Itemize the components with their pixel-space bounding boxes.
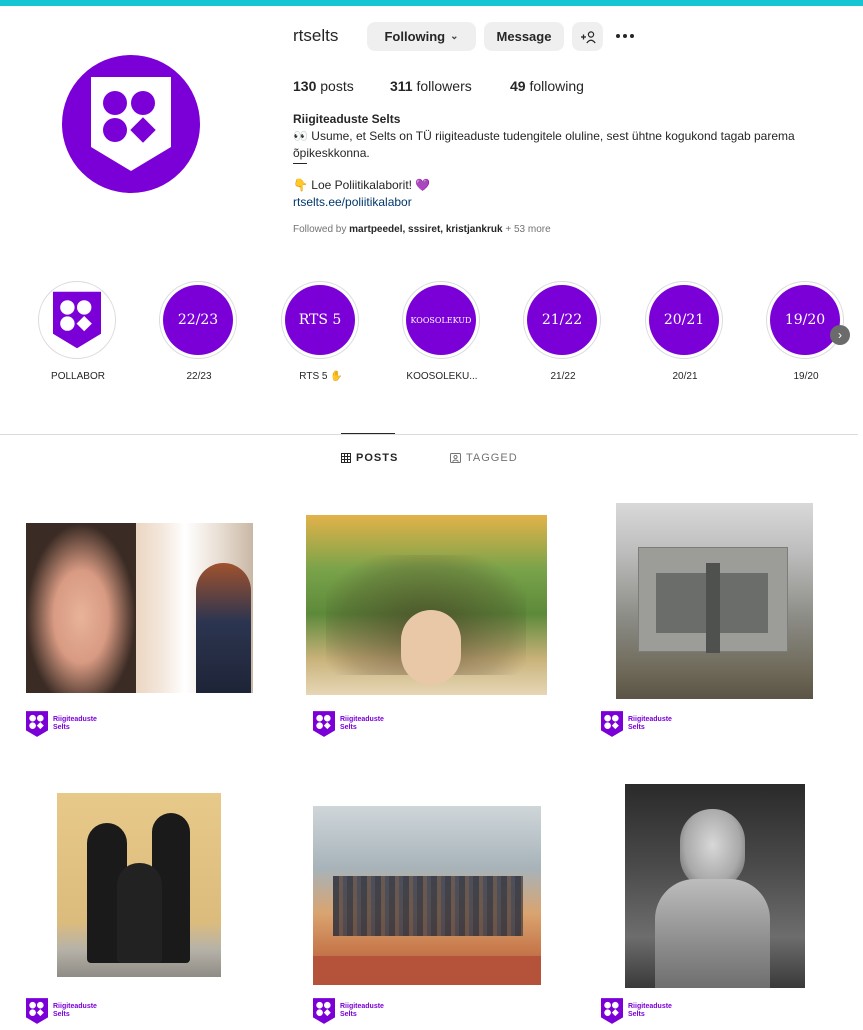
bio-divider bbox=[293, 163, 307, 164]
post-brand: Riigiteaduste Selts bbox=[601, 998, 672, 1024]
add-user-icon bbox=[580, 30, 596, 43]
following-button[interactable]: Following ⌄ bbox=[367, 22, 476, 51]
following-label: Following bbox=[384, 29, 446, 44]
highlight-cover: KOOSOLEKUD bbox=[406, 285, 476, 355]
post-photo[interactable] bbox=[313, 806, 541, 985]
highlights-next-button[interactable]: › bbox=[830, 325, 850, 345]
followed-by[interactable]: Followed by martpeedel, sssiret, kristja… bbox=[293, 224, 551, 235]
message-label: Message bbox=[496, 29, 552, 44]
highlight-cover: 21/22 bbox=[527, 285, 597, 355]
bio-text: 👀 Usume, et Selts on TÜ riigiteaduste tu… bbox=[293, 129, 795, 160]
tab-tagged[interactable]: TAGGED bbox=[450, 452, 518, 464]
posts-count: 130 posts bbox=[293, 78, 354, 94]
post-brand: Riigiteaduste Selts bbox=[601, 711, 672, 737]
active-tab-indicator bbox=[341, 433, 395, 434]
post-photo[interactable] bbox=[306, 515, 547, 695]
post-brand: Riigiteaduste Selts bbox=[26, 998, 97, 1024]
highlight-koosolekud[interactable]: KOOSOLEKUD KOOSOLEKU... bbox=[402, 281, 482, 391]
highlight-label: RTS 5 ✋ bbox=[299, 371, 343, 382]
highlight-20-21[interactable]: 20/21 20/21 bbox=[645, 281, 725, 391]
bio-text-2: 👇 Loe Poliitikalaborit! 💜 bbox=[293, 178, 431, 192]
highlight-21-22[interactable]: 21/22 21/22 bbox=[523, 281, 603, 391]
selts-logo-icon bbox=[91, 77, 171, 171]
profile-username: rtselts bbox=[293, 26, 339, 45]
tab-posts[interactable]: POSTS bbox=[341, 452, 398, 464]
selts-logo-icon bbox=[313, 711, 335, 737]
following-link[interactable]: 49 following bbox=[510, 78, 584, 94]
post-photo[interactable] bbox=[616, 503, 813, 699]
followers-link[interactable]: 311 followers bbox=[390, 78, 472, 94]
chevron-right-icon: › bbox=[838, 328, 842, 342]
bio-link[interactable]: rtselts.ee/poliitikalabor bbox=[293, 195, 412, 209]
post-brand: Riigiteaduste Selts bbox=[313, 711, 384, 737]
profile-avatar[interactable] bbox=[62, 55, 200, 193]
highlight-label: 21/22 bbox=[550, 371, 576, 382]
highlight-cover: RTS 5 bbox=[285, 285, 355, 355]
post-photo[interactable] bbox=[26, 523, 253, 693]
tagged-icon bbox=[450, 453, 461, 463]
top-accent-bar bbox=[0, 0, 863, 6]
highlight-cover bbox=[42, 285, 112, 355]
add-user-button[interactable] bbox=[572, 22, 603, 51]
selts-logo-icon bbox=[26, 711, 48, 737]
highlight-label: POLLABOR bbox=[51, 371, 105, 382]
highlight-label: 19/20 bbox=[793, 371, 819, 382]
post-brand: Riigiteaduste Selts bbox=[26, 711, 97, 737]
profile-full-name: Riigiteaduste Selts bbox=[293, 112, 401, 126]
tabs-divider bbox=[0, 434, 858, 435]
more-options-icon[interactable] bbox=[616, 30, 640, 42]
highlight-22-23[interactable]: 22/23 22/23 bbox=[159, 281, 239, 391]
highlight-pollabor[interactable]: POLLABOR bbox=[38, 281, 118, 391]
chevron-down-icon: ⌄ bbox=[450, 31, 459, 42]
highlight-cover: 19/20 bbox=[770, 285, 840, 355]
post-brand: Riigiteaduste Selts bbox=[313, 998, 384, 1024]
highlight-label: 20/21 bbox=[672, 371, 698, 382]
highlight-label: KOOSOLEKU... bbox=[406, 371, 478, 382]
message-button[interactable]: Message bbox=[484, 22, 564, 51]
selts-logo-icon bbox=[26, 998, 48, 1024]
highlight-cover: 20/21 bbox=[649, 285, 719, 355]
grid-icon bbox=[341, 453, 351, 463]
highlight-label: 22/23 bbox=[186, 371, 212, 382]
selts-logo-icon bbox=[601, 998, 623, 1024]
post-photo[interactable] bbox=[57, 793, 221, 977]
tab-posts-label: POSTS bbox=[356, 452, 399, 464]
highlight-cover: 22/23 bbox=[163, 285, 233, 355]
tab-tagged-label: TAGGED bbox=[466, 452, 518, 464]
selts-logo-icon bbox=[53, 291, 101, 349]
selts-logo-icon bbox=[313, 998, 335, 1024]
post-photo[interactable] bbox=[625, 784, 805, 988]
selts-logo-icon bbox=[601, 711, 623, 737]
highlight-rts5[interactable]: RTS 5 RTS 5 ✋ bbox=[281, 281, 361, 391]
